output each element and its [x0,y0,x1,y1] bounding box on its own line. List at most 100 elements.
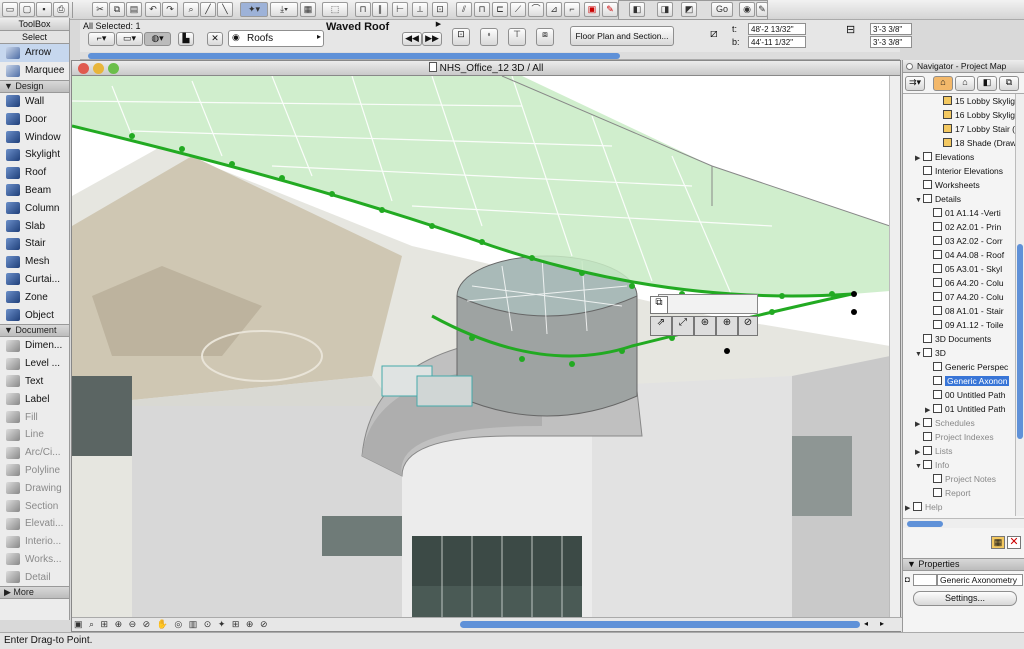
tool-text[interactable]: Text [0,373,69,391]
save-icon[interactable]: ▪ [36,2,52,17]
grid-snap-icon[interactable]: ▦ [300,2,316,17]
tool-marquee[interactable]: Marquee [0,62,69,80]
mirror-icon[interactable]: ⟂ [412,2,428,17]
more-header[interactable]: ▶ More [0,586,69,600]
nav-item[interactable]: Report [903,486,1015,500]
disclosure-icon[interactable]: ▼ [915,194,923,206]
redo-icon[interactable]: ↷ [162,2,178,17]
nav-item[interactable]: 06 A4.20 - Colu [903,276,1015,290]
bottom-elevation-field[interactable]: 44'-11 1/32" [748,36,806,48]
align-icon[interactable]: ⊓ [355,2,371,17]
3d-viewport[interactable]: ⧉ ⇗ ⤢ ⊛ ⊕ ⊘ [72,76,890,619]
navigator-close-icon[interactable] [906,63,913,70]
minimize-icon[interactable] [93,63,104,74]
roof-trim-icon[interactable]: ⊤ [508,28,526,46]
trace-icon[interactable]: ⊓ [474,2,490,17]
view-map-tab[interactable]: ⌂ [955,76,975,91]
nav-item[interactable]: Generic Perspec [903,360,1015,374]
tool-window[interactable]: Window [0,128,69,146]
tool-level[interactable]: Level ... [0,355,69,373]
disclosure-icon[interactable]: ▼ [915,348,923,360]
nav-item[interactable]: 16 Lobby Skylig [903,108,1015,122]
pet-palette-drag-icon[interactable]: ⧉ [650,296,668,314]
nav-item[interactable]: 18 Shade (Drawi [903,136,1015,150]
magic-wand-icon[interactable]: ✦▾ [240,2,268,17]
nav-item[interactable]: ▼ Info [903,458,1015,472]
tool-stair[interactable]: Stair [0,235,69,253]
floor-plan-section-button[interactable]: Floor Plan and Section... [570,26,674,46]
layer-dropdown[interactable]: ◉ Roofs ▸ [228,30,324,47]
nav-item[interactable]: ▼ Details [903,192,1015,206]
tool-column[interactable]: Column [0,199,69,217]
open-icon[interactable]: ▢ [19,2,35,17]
properties-id-field[interactable] [913,574,937,586]
syringe-icon[interactable]: ╲ [217,2,233,17]
dimension-field-1[interactable]: 3'-3 3/8" [870,23,912,35]
building-model[interactable] [72,76,890,619]
close-icon[interactable] [78,63,89,74]
section-icon[interactable]: ⊿ [546,2,562,17]
nav-item[interactable]: 00 Untitled Path [903,388,1015,402]
nav-item[interactable]: 03 A2.02 - Corr [903,234,1015,248]
horizontal-scroll-thumb[interactable] [460,621,860,628]
disclosure-icon[interactable]: ▶ [925,404,933,416]
show-icon[interactable]: ⊏ [492,2,508,17]
tool-line[interactable]: Line [0,426,69,444]
tool-skylight[interactable]: Skylight [0,146,69,164]
disclosure-icon[interactable]: ▶ [915,446,923,458]
tool-label[interactable]: Label [0,390,69,408]
tool-polyline[interactable]: Polyline [0,462,69,480]
new-icon[interactable]: ▭ [2,2,18,17]
nav-item[interactable]: 02 A2.01 - Prin [903,220,1015,234]
expand-arrow[interactable]: ▶ [434,21,443,31]
select-header[interactable]: Select [0,31,69,44]
properties-name-field[interactable]: Generic Axonometry [937,574,1023,586]
horizontal-scrollbar[interactable]: ▣ ⌕ ⊞ ⊕ ⊖ ⊘ ✋ ◎ ▥ ⊙ ✦ ⊞ ⊕ ⊘ ◂ ▸ [72,617,902,631]
project-map-tab[interactable]: ⌂ [933,76,953,91]
pen-red-icon[interactable]: ✎ [602,2,618,17]
favorites-icon[interactable]: ▙ [178,32,194,46]
section-view-icon[interactable]: ◨ [657,2,673,17]
pet-offset-icon[interactable]: ⤢ [672,316,694,336]
pet-move-icon[interactable]: ⇗ [650,316,672,336]
disclosure-icon[interactable]: ▶ [905,502,913,514]
nav-item[interactable]: Generic Axonon [903,374,1015,388]
disclosure-icon[interactable]: ▼ [915,460,923,472]
tool-works[interactable]: Works... [0,551,69,569]
go-button[interactable]: Go [711,2,733,17]
new-view-icon[interactable]: ▦ [991,536,1005,549]
dimension-icon[interactable]: ⊢ [392,2,408,17]
undo-icon[interactable]: ↶ [145,2,161,17]
window-icon[interactable]: ◧ [629,2,645,17]
layout-book-tab[interactable]: ◧ [977,76,997,91]
infobox-scrollbar[interactable] [80,52,900,60]
cut-icon[interactable]: ✂ [92,2,108,17]
roof-view-icon[interactable]: ⬫ [480,28,498,46]
top-elevation-field[interactable]: 48'-2 13/32" [748,23,806,35]
tool-door[interactable]: Door [0,110,69,128]
disclosure-icon[interactable]: ▶ [915,152,923,164]
pet-curve-icon[interactable]: ⊕ [716,316,738,336]
nav-item[interactable]: Project Indexes [903,430,1015,444]
tool-elevati[interactable]: Elevati... [0,515,69,533]
zoom-icon[interactable] [108,63,119,74]
nav-item[interactable]: 07 A4.20 - Colu [903,290,1015,304]
print-icon[interactable]: ⎙ [53,2,69,17]
nav-item[interactable]: 01 A1.14 -Verti [903,206,1015,220]
roof-shape-button[interactable]: ▭▾ [116,32,143,46]
nav-item[interactable]: ▶ 01 Untitled Path [903,402,1015,416]
tool-wall[interactable]: Wall [0,93,69,111]
nav-item[interactable]: ▶ Help [903,500,1015,514]
nav-item[interactable]: Worksheets [903,178,1015,192]
project-map-tree[interactable]: 15 Lobby Skylig 16 Lobby Skylig 17 Lobby S… [903,94,1015,514]
tool-interio[interactable]: Interio... [0,533,69,551]
tool-beam[interactable]: Beam [0,182,69,200]
pet-edit-icon[interactable]: ⊘ [738,316,758,336]
roof-settings-icon[interactable]: ⊡ [452,28,470,46]
nav-item[interactable]: ▶ Schedules [903,416,1015,430]
navigator-hscroll[interactable] [903,518,1024,528]
nav-item[interactable]: 04 A4.08 - Roof [903,248,1015,262]
navigator-menu-icon[interactable]: ⇉▾ [905,76,925,91]
3d-window-icon[interactable]: ⌐ [564,2,580,17]
nav-item[interactable]: 15 Lobby Skylig [903,94,1015,108]
